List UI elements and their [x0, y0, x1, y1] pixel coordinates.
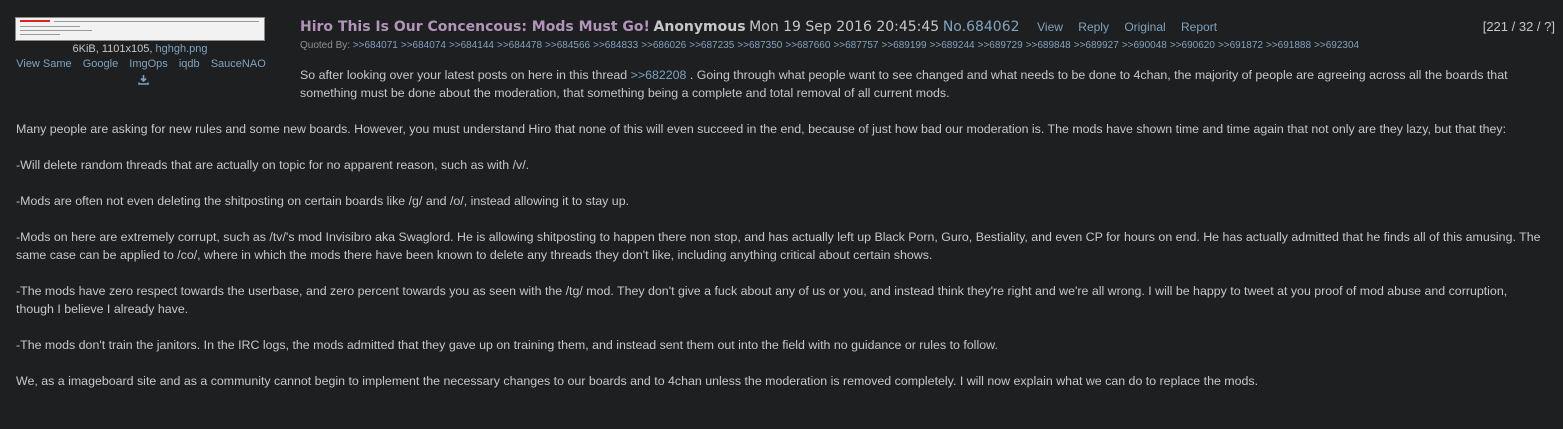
- quoted-by-link[interactable]: >>690048: [1122, 40, 1167, 51]
- post-author: Anonymous: [653, 19, 746, 35]
- view-same-link[interactable]: View Same: [16, 58, 71, 70]
- quoted-by-link[interactable]: >>689244: [930, 40, 975, 51]
- thumbnail-detail: [20, 20, 50, 22]
- thumbnail-detail: [54, 21, 259, 22]
- view-link[interactable]: View: [1037, 20, 1063, 34]
- quoted-by-link[interactable]: >>684144: [449, 40, 494, 51]
- image-search-links: View Same Google ImgOps iqdb SauceNAO: [0, 58, 282, 70]
- quoted-by-link[interactable]: >>684074: [401, 40, 446, 51]
- download-icon[interactable]: [136, 74, 150, 86]
- quoted-by-link[interactable]: >>684833: [593, 40, 638, 51]
- quoted-by-link[interactable]: >>684071: [353, 40, 398, 51]
- file-info: 6KiB, 1101x105, hghgh.png: [0, 43, 280, 55]
- quoted-by-label: Quoted By:: [300, 40, 351, 51]
- report-link[interactable]: Report: [1181, 20, 1217, 34]
- imgops-link[interactable]: ImgOps: [129, 58, 168, 70]
- thread-counts: [221 / 32 / ?]: [1482, 19, 1555, 34]
- quoted-by-link[interactable]: >>687350: [737, 40, 782, 51]
- google-link[interactable]: Google: [83, 58, 118, 70]
- post-paragraph: Many people are asking for new rules and…: [16, 122, 1507, 136]
- post-actions: View Reply Original Report: [1037, 20, 1229, 34]
- post-intro: So after looking over your latest posts …: [300, 66, 1550, 102]
- post-paragraph: -Mods on here are extremely corrupt, suc…: [16, 230, 1541, 262]
- post-number[interactable]: No.684062: [943, 19, 1020, 35]
- original-link[interactable]: Original: [1124, 20, 1165, 34]
- quoted-by-link[interactable]: >>687660: [785, 40, 830, 51]
- quoted-by-link[interactable]: >>692304: [1314, 40, 1359, 51]
- iqdb-link[interactable]: iqdb: [179, 58, 200, 70]
- quoted-by: Quoted By: >>684071 >>684074 >>684144 >>684…: [300, 40, 1362, 51]
- thumbnail-detail: [20, 26, 80, 27]
- post-paragraph: -The mods don't train the janitors. In t…: [16, 338, 998, 352]
- post-subject: Hiro This Is Our Concencous: Mods Must G…: [300, 19, 650, 35]
- quoted-by-link[interactable]: >>687757: [833, 40, 878, 51]
- file-name[interactable]: hghgh.png: [155, 43, 207, 55]
- quote-link[interactable]: >>682208: [631, 68, 687, 82]
- post-paragraph: -Will delete random threads that are act…: [16, 158, 530, 172]
- post-body: Many people are asking for new rules and…: [16, 120, 1546, 408]
- reply-link[interactable]: Reply: [1078, 20, 1109, 34]
- quoted-by-link[interactable]: >>689848: [1026, 40, 1071, 51]
- post-paragraph: -Mods are often not even deleting the sh…: [16, 194, 630, 208]
- quoted-by-link[interactable]: >>689927: [1074, 40, 1119, 51]
- quoted-by-link[interactable]: >>689729: [978, 40, 1023, 51]
- saucenao-link[interactable]: SauceNAO: [211, 58, 266, 70]
- quoted-by-link[interactable]: >>689199: [882, 40, 927, 51]
- quoted-by-link[interactable]: >>684478: [497, 40, 542, 51]
- post-paragraph: We, as a imageboard site and as a commun…: [16, 374, 1259, 388]
- post-header: Hiro This Is Our Concencous: Mods Must G…: [300, 19, 1229, 35]
- quoted-by-link[interactable]: >>690620: [1170, 40, 1215, 51]
- post-paragraph: -The mods have zero respect towards the …: [16, 284, 1508, 316]
- thumbnail-detail: [20, 34, 60, 35]
- quoted-by-link[interactable]: >>687235: [689, 40, 734, 51]
- image-thumbnail[interactable]: [15, 17, 265, 41]
- intro-text: So after looking over your latest posts …: [300, 68, 631, 82]
- quoted-by-list: >>684071 >>684074 >>684144 >>684478 >>684566…: [353, 40, 1362, 51]
- thumbnail-detail: [20, 30, 92, 31]
- quoted-by-link[interactable]: >>686026: [641, 40, 686, 51]
- quoted-by-link[interactable]: >>684566: [545, 40, 590, 51]
- quoted-by-link[interactable]: >>691872: [1218, 40, 1263, 51]
- post-date: Mon 19 Sep 2016 20:45:45: [749, 19, 940, 35]
- quoted-by-link[interactable]: >>691888: [1266, 40, 1311, 51]
- file-size-dims: 6KiB, 1101x105,: [72, 43, 153, 55]
